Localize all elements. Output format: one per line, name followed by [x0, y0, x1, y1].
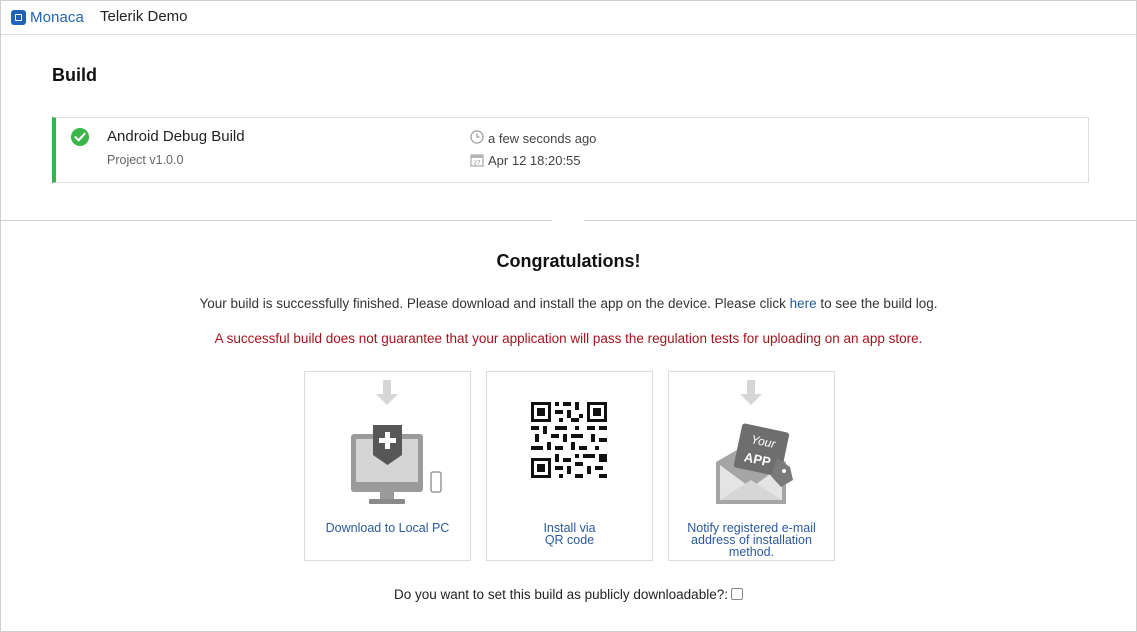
success-message-tail: to see the build log. — [816, 296, 938, 311]
congratulations-heading: Congratulations! — [496, 251, 641, 271]
brand-name: Monaca — [30, 8, 84, 26]
result-section: Congratulations! Your build is successfu… — [1, 221, 1136, 631]
monaca-logo[interactable]: Monaca — [11, 8, 84, 26]
regulation-warning: A successful build does not guarantee th… — [214, 331, 923, 346]
page-title: Build — [52, 65, 97, 85]
public-download-question: Do you want to set this build as publicl… — [394, 587, 728, 602]
calendar-icon: 27 — [470, 154, 484, 167]
notify-email-option[interactable]: Your APP Notify registered e-mail addres… — [668, 371, 835, 561]
build-version: Project v1.0.0 — [107, 153, 184, 167]
clock-icon — [470, 130, 484, 144]
public-download-checkbox[interactable] — [730, 588, 743, 600]
success-message: Your build is successfully finished. Ple… — [1, 296, 1136, 311]
build-name: Android Debug Build — [107, 128, 245, 145]
top-bar: Monaca Telerik Demo — [1, 1, 1136, 35]
app-window: Monaca Telerik Demo Build Android Debug … — [0, 0, 1137, 632]
qr-label-line-2: QR code — [544, 533, 595, 547]
build-date: Apr 12 18:20:55 — [488, 153, 581, 168]
email-app-icon: Your APP — [716, 380, 793, 504]
build-card: Android Debug Build Project v1.0.0 a few… — [52, 117, 1089, 183]
install-via-qr-option[interactable]: Install via QR code — [486, 371, 653, 561]
build-time-ago: a few seconds ago — [488, 131, 597, 146]
build-log-link[interactable]: here — [790, 296, 817, 311]
download-pc-icon — [351, 380, 442, 504]
email-label-line-3: method. — [728, 545, 775, 559]
success-check-icon — [71, 128, 89, 146]
download-local-pc-option[interactable]: Download to Local PC — [304, 371, 471, 561]
public-download-row: Do you want to set this build as publicl… — [1, 587, 1136, 602]
install-via-qr-label: Install via QR code — [487, 522, 652, 547]
qr-code-icon — [531, 402, 607, 478]
monaca-logo-icon — [11, 9, 26, 25]
build-section: Build Android Debug Build Project v1.0.0… — [1, 35, 1136, 220]
download-label-line: Download to Local PC — [325, 521, 450, 535]
download-local-pc-label: Download to Local PC — [305, 521, 470, 535]
success-message-text: Your build is successfully finished. Ple… — [199, 296, 790, 311]
notify-email-label: Notify registered e-mail address of inst… — [669, 522, 834, 559]
project-title[interactable]: Telerik Demo — [100, 8, 188, 25]
svg-text:27: 27 — [474, 161, 481, 167]
